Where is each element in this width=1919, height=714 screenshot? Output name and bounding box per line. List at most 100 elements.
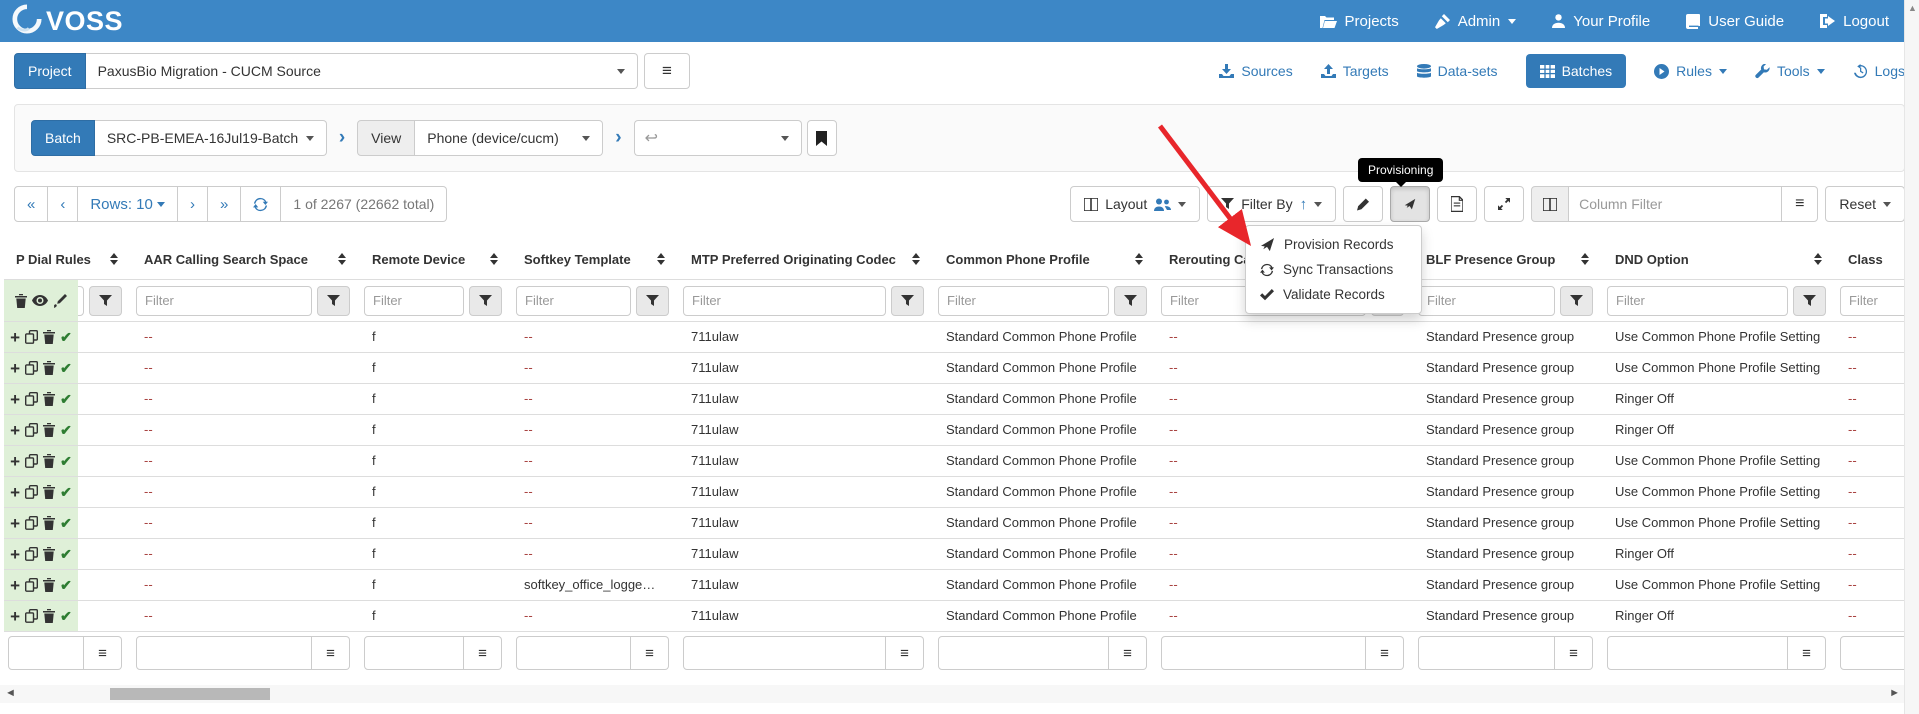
trash-all-button[interactable] <box>15 294 27 308</box>
footer-summary-box[interactable] <box>364 636 464 670</box>
menu-item-provision-records[interactable]: Provision Records <box>1246 232 1421 257</box>
menu-item-validate-records[interactable]: Validate Records <box>1246 282 1421 307</box>
add-row-button[interactable]: + <box>10 391 20 408</box>
footer-menu-button[interactable]: ≡ <box>84 636 122 670</box>
next-page-button[interactable]: › <box>178 186 208 222</box>
filter-input-blf_presence_group[interactable] <box>1418 286 1555 316</box>
add-row-button[interactable]: + <box>10 515 20 532</box>
mainnav-batches[interactable]: Batches <box>1526 54 1627 88</box>
delete-row-button[interactable] <box>43 547 55 561</box>
table-row[interactable]: +✔--f--711ulawStandard Common Phone Prof… <box>4 508 1905 539</box>
scroll-right-icon[interactable]: ► <box>1889 687 1900 699</box>
table-row[interactable]: +✔--f--711ulawStandard Common Phone Prof… <box>4 322 1905 353</box>
filter-funnel-button[interactable] <box>1560 286 1593 316</box>
delete-row-button[interactable] <box>43 423 55 437</box>
footer-menu-button[interactable]: ≡ <box>312 636 350 670</box>
filter-funnel-button[interactable] <box>469 286 502 316</box>
scroll-left-icon[interactable]: ◄ <box>5 687 16 699</box>
topnav-logout[interactable]: Logout <box>1820 13 1889 30</box>
delete-row-button[interactable] <box>43 609 55 623</box>
table-row[interactable]: +✔--f--711ulawStandard Common Phone Prof… <box>4 384 1905 415</box>
topnav-user-guide[interactable]: User Guide <box>1686 13 1784 30</box>
filter-funnel-button[interactable] <box>1793 286 1826 316</box>
copy-row-button[interactable] <box>25 578 38 592</box>
table-row[interactable]: +✔--f--711ulawStandard Common Phone Prof… <box>4 353 1905 384</box>
add-row-button[interactable]: + <box>10 608 20 625</box>
footer-summary-box[interactable] <box>1418 636 1555 670</box>
footer-summary-box[interactable] <box>136 636 312 670</box>
table-row[interactable]: +✔--f--711ulawStandard Common Phone Prof… <box>4 415 1905 446</box>
footer-summary-box[interactable] <box>8 636 84 670</box>
footer-menu-button[interactable]: ≡ <box>464 636 502 670</box>
delete-row-button[interactable] <box>43 330 55 344</box>
filter-funnel-button[interactable] <box>317 286 350 316</box>
first-page-button[interactable]: « <box>14 186 48 222</box>
filter-input-remote_device[interactable] <box>364 286 464 316</box>
eye-all-button[interactable] <box>32 295 48 306</box>
filter-input-mtp_codec[interactable] <box>683 286 886 316</box>
sort-icon[interactable] <box>330 253 346 265</box>
validate-row-check-icon[interactable]: ✔ <box>60 453 72 470</box>
add-row-button[interactable]: + <box>10 484 20 501</box>
prev-page-button[interactable]: ‹ <box>48 186 78 222</box>
copy-row-button[interactable] <box>25 485 38 499</box>
topnav-your-profile[interactable]: Your Profile <box>1552 13 1650 30</box>
filter-funnel-button[interactable] <box>1114 286 1147 316</box>
column-filter-input[interactable] <box>1569 186 1781 222</box>
delete-row-button[interactable] <box>43 361 55 375</box>
batch-button[interactable]: Batch <box>31 120 95 156</box>
mainnav-tools[interactable]: Tools <box>1755 63 1825 79</box>
filter-by-button[interactable]: Filter By ↑ <box>1207 186 1336 222</box>
table-row[interactable]: +✔--f--711ulawStandard Common Phone Prof… <box>4 477 1905 508</box>
table-row[interactable]: +✔--f--711ulawStandard Common Phone Prof… <box>4 446 1905 477</box>
table-row[interactable]: +✔--fsoftkey_office_logge…711ulawStandar… <box>4 570 1905 601</box>
mainnav-data-sets[interactable]: Data-sets <box>1417 63 1498 79</box>
reset-button[interactable]: Reset <box>1825 186 1905 222</box>
add-row-button[interactable]: + <box>10 453 20 470</box>
project-select[interactable]: PaxusBio Migration - CUCM Source <box>86 53 638 89</box>
sort-icon[interactable] <box>102 253 118 265</box>
footer-summary-box[interactable] <box>938 636 1109 670</box>
copy-row-button[interactable] <box>25 330 38 344</box>
delete-row-button[interactable] <box>43 578 55 592</box>
copy-row-button[interactable] <box>25 609 38 623</box>
mainnav-sources[interactable]: Sources <box>1219 63 1292 79</box>
validate-row-check-icon[interactable]: ✔ <box>60 422 72 439</box>
validate-row-check-icon[interactable]: ✔ <box>60 577 72 594</box>
footer-menu-button[interactable]: ≡ <box>1555 636 1593 670</box>
validate-row-check-icon[interactable]: ✔ <box>60 515 72 532</box>
sort-icon[interactable] <box>649 253 665 265</box>
filter-funnel-button[interactable] <box>636 286 669 316</box>
table-row[interactable]: +✔--f--711ulawStandard Common Phone Prof… <box>4 601 1905 632</box>
validate-row-check-icon[interactable]: ✔ <box>60 360 72 377</box>
vertical-scrollbar[interactable]: ▲ <box>1904 0 1919 714</box>
footer-menu-button[interactable]: ≡ <box>1788 636 1826 670</box>
mainnav-logs[interactable]: Logs <box>1853 63 1905 79</box>
validate-row-check-icon[interactable]: ✔ <box>60 391 72 408</box>
footer-summary-box[interactable] <box>683 636 886 670</box>
horizontal-scrollbar[interactable]: ◄ ► <box>0 685 1904 703</box>
scroll-up-icon[interactable]: ▲ <box>1908 3 1917 13</box>
delete-row-button[interactable] <box>43 485 55 499</box>
footer-summary-box[interactable] <box>1840 636 1905 670</box>
menu-item-sync-transactions[interactable]: Sync Transactions <box>1246 257 1421 282</box>
edit-button[interactable] <box>1343 186 1383 222</box>
project-menu-button[interactable]: ≡ <box>644 53 690 89</box>
filter-input-dnd_option[interactable] <box>1607 286 1788 316</box>
table-row[interactable]: +✔--f--711ulawStandard Common Phone Prof… <box>4 539 1905 570</box>
delete-row-button[interactable] <box>43 454 55 468</box>
mainnav-rules[interactable]: Rules <box>1654 63 1727 79</box>
column-filter-menu-button[interactable]: ≡ <box>1781 186 1818 222</box>
report-button[interactable] <box>1437 186 1477 222</box>
sort-icon[interactable] <box>1806 253 1822 265</box>
delete-row-button[interactable] <box>43 392 55 406</box>
add-row-button[interactable]: + <box>10 329 20 346</box>
view-select[interactable]: Phone (device/cucm) <box>415 120 603 156</box>
footer-menu-button[interactable]: ≡ <box>631 636 669 670</box>
validate-row-check-icon[interactable]: ✔ <box>60 329 72 346</box>
sort-icon[interactable] <box>1573 253 1589 265</box>
filter-funnel-button[interactable] <box>891 286 924 316</box>
copy-row-button[interactable] <box>25 516 38 530</box>
rows-per-page-button[interactable]: Rows: 10 <box>78 186 178 222</box>
add-row-button[interactable]: + <box>10 546 20 563</box>
